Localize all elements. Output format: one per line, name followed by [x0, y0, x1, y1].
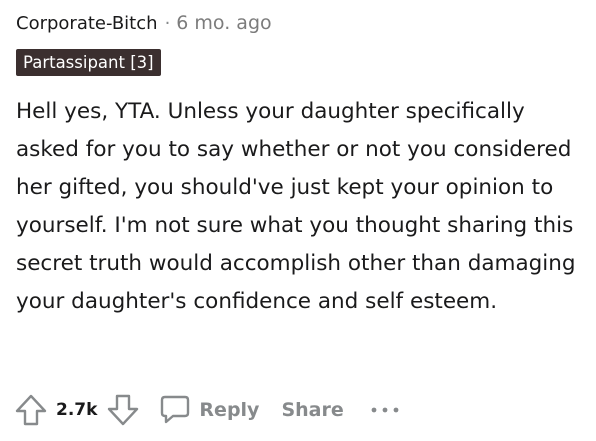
separator-dot: · [164, 12, 171, 34]
user-flair: Partassipant [3] [16, 49, 161, 76]
share-button[interactable]: Share [281, 399, 343, 421]
more-options-button[interactable] [370, 405, 400, 415]
timestamp[interactable]: 6 mo. ago [176, 12, 271, 34]
upvote-arrow-icon[interactable] [14, 393, 48, 427]
reply-label: Reply [199, 399, 260, 421]
author-username[interactable]: Corporate-Bitch [16, 13, 158, 34]
downvote-arrow-icon[interactable] [106, 393, 140, 427]
comment-actions: 2.7k Reply Share [14, 390, 400, 430]
speech-bubble-icon [159, 394, 191, 426]
vote-count: 2.7k [56, 400, 98, 420]
ellipsis-icon [370, 405, 400, 415]
comment-header: Corporate-Bitch · 6 mo. ago [16, 10, 272, 36]
comment-body: Hell yes, YTA. Unless your daughter spec… [16, 99, 576, 314]
reply-button[interactable]: Reply [159, 394, 259, 426]
